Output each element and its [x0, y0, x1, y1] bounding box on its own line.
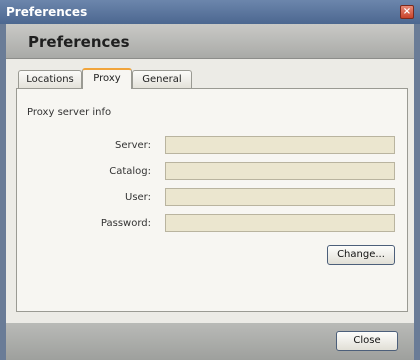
catalog-label: Catalog:	[109, 166, 151, 177]
user-label: User:	[125, 192, 151, 203]
user-field[interactable]	[165, 188, 395, 206]
footer-bar: Close	[6, 323, 414, 360]
tab-locations[interactable]: Locations	[18, 70, 82, 88]
title-bar[interactable]: Preferences ×	[0, 0, 420, 24]
header-band: Preferences	[6, 24, 414, 59]
content-area: Locations Proxy General Proxy server inf…	[6, 59, 414, 323]
tab-general[interactable]: General	[132, 70, 192, 88]
section-label: Proxy server info	[27, 107, 112, 118]
tab-proxy[interactable]: Proxy	[82, 68, 132, 89]
password-label: Password:	[100, 218, 151, 229]
catalog-field[interactable]	[165, 162, 395, 180]
password-field[interactable]	[165, 214, 395, 232]
close-button[interactable]: Close	[336, 331, 398, 351]
server-label: Server:	[115, 140, 151, 151]
preferences-window: Preferences × Preferences Locations Prox…	[0, 0, 420, 360]
server-field[interactable]	[165, 136, 395, 154]
change-button[interactable]: Change...	[327, 245, 395, 265]
proxy-panel: Proxy server info Server: Catalog: User:…	[16, 88, 408, 312]
window-title: Preferences	[6, 5, 88, 19]
page-title: Preferences	[28, 33, 130, 51]
close-icon[interactable]: ×	[400, 5, 414, 19]
